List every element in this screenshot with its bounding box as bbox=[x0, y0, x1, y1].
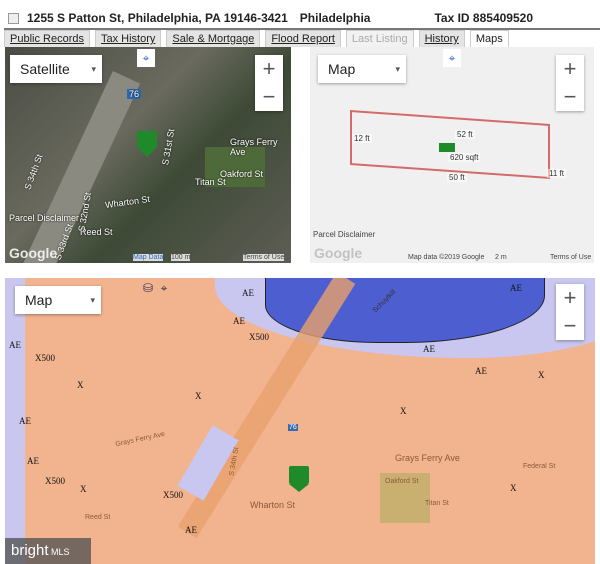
flood-zone-label: AE bbox=[242, 288, 254, 298]
dimension-label: 50 ft bbox=[447, 173, 467, 182]
flood-zone-label: AE bbox=[19, 416, 31, 426]
tab-last-listing: Last Listing bbox=[345, 30, 414, 47]
dimension-label: 12 ft bbox=[352, 134, 372, 143]
street-label: Federal St bbox=[523, 463, 556, 470]
locate-icon[interactable]: ⌖ bbox=[443, 49, 461, 67]
street-label: Titan St bbox=[425, 500, 449, 507]
flood-zone-label: X bbox=[538, 370, 545, 380]
street-label: Wharton St bbox=[250, 500, 296, 510]
street-label: S 34th St bbox=[22, 152, 45, 192]
flood-map[interactable]: Map ⛁ ⌖ +− AE AE AE X500 AE X500 X X AE … bbox=[5, 278, 595, 564]
zoom-control[interactable]: + − bbox=[556, 55, 584, 111]
property-pin-icon bbox=[289, 466, 309, 484]
parcel-disclaimer-link[interactable]: Parcel Disclaimer bbox=[9, 213, 79, 223]
map-data-link[interactable]: Map Data bbox=[133, 254, 164, 261]
map-data-text: Map data ©2019 Google bbox=[408, 254, 485, 261]
tab-bar: Public Records Tax History Sale & Mortga… bbox=[4, 30, 509, 47]
street-label: Grays Ferry Ave bbox=[230, 137, 278, 157]
select-checkbox[interactable] bbox=[8, 12, 19, 24]
satellite-map[interactable]: Satellite ⌖ +− Grays Ferry Ave Oakford S… bbox=[5, 47, 291, 263]
parcel-map[interactable]: Map ⌖ +− 52 ft 12 ft 620 sqft 50 ft 11 f… bbox=[310, 47, 594, 263]
street-label: Oakford St bbox=[385, 478, 419, 485]
flood-zone-label: X500 bbox=[45, 476, 65, 486]
google-logo: Google bbox=[9, 245, 58, 261]
terms-link[interactable]: Terms of Use bbox=[243, 254, 285, 261]
zoom-out-button[interactable]: − bbox=[255, 83, 283, 111]
zoom-in-button[interactable]: + bbox=[556, 284, 584, 312]
dimension-label: 52 ft bbox=[455, 130, 475, 139]
street-label: Reed St bbox=[85, 514, 111, 521]
flood-zone-label: X500 bbox=[249, 332, 269, 342]
flood-zone-label: X500 bbox=[163, 490, 183, 500]
tab-public-records[interactable]: Public Records bbox=[4, 30, 90, 47]
zoom-control[interactable]: + − bbox=[556, 284, 584, 340]
zoom-control[interactable]: + − bbox=[255, 55, 283, 111]
property-pin-tip bbox=[289, 484, 309, 492]
flood-zone-label: AE bbox=[475, 366, 487, 376]
highway-shield: 76 bbox=[288, 424, 298, 431]
flood-zone-label: X500 bbox=[35, 353, 55, 363]
tab-sale-mortgage[interactable]: Sale & Mortgage bbox=[166, 30, 261, 47]
flood-zone-label: X bbox=[80, 484, 87, 494]
street-label: Oakford St bbox=[220, 169, 264, 179]
terms-link[interactable]: Terms of Use bbox=[550, 254, 591, 261]
tab-tax-history[interactable]: Tax History bbox=[94, 30, 162, 47]
street-label: Wharton St bbox=[104, 193, 151, 211]
scale-bar: 2 m bbox=[495, 254, 507, 261]
flood-zone-label: AE bbox=[423, 344, 435, 354]
zoom-in-button[interactable]: + bbox=[255, 55, 283, 83]
locate-icon[interactable]: ⌖ bbox=[155, 279, 173, 297]
area-label: 620 sqft bbox=[448, 153, 481, 162]
property-pin-icon bbox=[137, 131, 157, 147]
zoom-in-button[interactable]: + bbox=[556, 55, 584, 83]
tab-flood-report[interactable]: Flood Report bbox=[265, 30, 341, 47]
street-label: Titan St bbox=[195, 177, 226, 187]
scale-bar: 100 m bbox=[171, 254, 191, 261]
tab-history[interactable]: History bbox=[418, 30, 465, 47]
map-type-select[interactable]: Map bbox=[15, 286, 101, 314]
flood-zone-label: AE bbox=[185, 525, 197, 535]
zoom-out-button[interactable]: − bbox=[556, 312, 584, 340]
tax-id: Tax ID 885409520 bbox=[434, 11, 533, 25]
brightmls-watermark: bright MLS bbox=[5, 538, 91, 564]
dimension-label: 11 ft bbox=[547, 169, 566, 178]
highway-shield: 76 bbox=[127, 89, 142, 99]
parcel-disclaimer-link[interactable]: Parcel Disclaimer bbox=[313, 230, 375, 239]
flood-zone-label: X bbox=[400, 406, 407, 416]
tab-maps[interactable]: Maps bbox=[469, 30, 509, 47]
address: 1255 S Patton St, Philadelphia, PA 19146… bbox=[27, 11, 288, 25]
flood-zone-label: X bbox=[195, 391, 202, 401]
zoom-out-button[interactable]: − bbox=[556, 83, 584, 111]
locate-icon[interactable]: ⌖ bbox=[137, 49, 155, 67]
flood-zone-label: AE bbox=[27, 456, 39, 466]
flood-zone-label: AE bbox=[233, 316, 245, 326]
flood-zone-label: X bbox=[510, 483, 517, 493]
street-label: Grays Ferry Ave bbox=[395, 453, 460, 463]
flood-zone-label: AE bbox=[9, 340, 21, 350]
property-pin-tip bbox=[137, 147, 157, 157]
street-label: S 31st St bbox=[160, 128, 177, 166]
flood-zone-label: X bbox=[77, 380, 84, 390]
property-header: 1255 S Patton St, Philadelphia, PA 19146… bbox=[4, 8, 600, 30]
street-label: Grays Ferry Ave bbox=[114, 430, 166, 449]
city: Philadelphia bbox=[299, 11, 371, 25]
map-type-select[interactable]: Map bbox=[318, 55, 406, 83]
property-pin-icon bbox=[439, 143, 455, 152]
google-logo: Google bbox=[314, 245, 363, 261]
map-type-select[interactable]: Satellite bbox=[10, 55, 102, 83]
flood-zone-label: AE bbox=[510, 283, 522, 293]
